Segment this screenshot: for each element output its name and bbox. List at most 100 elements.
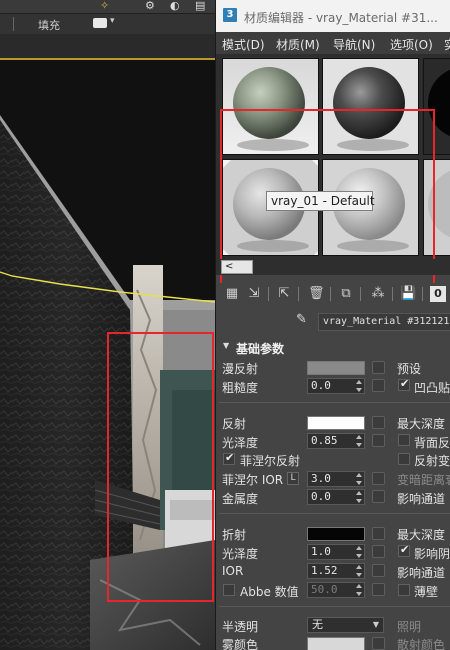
abbe-label: Abbe 数值: [240, 585, 299, 599]
material-name-row: ✎ vray_Material #312121: [216, 311, 450, 333]
bump-label: 凹凸贴: [414, 381, 450, 395]
fill-label[interactable]: 填充: [38, 17, 60, 33]
collapse-icon: ▼: [223, 341, 230, 350]
fog-color-label: 雾颜色: [222, 638, 259, 650]
sample-scrollbar[interactable]: <: [216, 259, 450, 275]
rollout-basic-params[interactable]: ▼ 基础参数: [216, 338, 450, 356]
toolbar-separator: [268, 287, 269, 301]
backface-label: 背面反: [414, 436, 450, 450]
reflect-var-checkbox[interactable]: [398, 453, 410, 465]
refract-max-depth-label: 最大深度: [397, 528, 446, 542]
tool-icon-a[interactable]: ✧: [100, 0, 109, 12]
sample-slots: vray_01 - Default: [216, 54, 450, 295]
preset-label: 预设: [397, 362, 422, 376]
fog-color-map-button[interactable]: [372, 637, 385, 650]
menu-mode[interactable]: 模式(D): [222, 36, 265, 53]
translucency-label: 半透明: [222, 620, 259, 634]
tool-icon-b[interactable]: ⚙: [145, 0, 155, 12]
material-name-field[interactable]: vray_Material #312121: [318, 313, 450, 331]
material-editor-window: 3 材质编辑器 - vray_Material #31... 模式(D) 材质(…: [215, 0, 450, 650]
metalness-label: 金属度: [222, 492, 259, 506]
refract-label: 折射: [222, 528, 247, 542]
backface-checkbox[interactable]: [398, 434, 410, 446]
toolbar-separator: [422, 287, 423, 301]
sample-slot-2[interactable]: [322, 58, 419, 155]
abbe-map-button[interactable]: [372, 583, 385, 596]
window-title: 材质编辑器 - vray_Material #31...: [244, 11, 438, 25]
ribbon-separator: [13, 17, 14, 31]
slot-tooltip: vray_01 - Default: [266, 191, 375, 211]
material-id-icon[interactable]: 0: [430, 286, 446, 302]
delete-icon[interactable]: 🗑: [308, 286, 325, 302]
menu-options[interactable]: 选项(O): [390, 36, 433, 53]
display-toggle-icon[interactable]: [93, 18, 107, 28]
glossiness-map-button[interactable]: [372, 434, 385, 447]
section-divider: [219, 606, 450, 607]
toolbar-separator: [360, 287, 361, 301]
metalness-spinner[interactable]: 0.0: [307, 489, 365, 505]
metalness-map-button[interactable]: [372, 490, 385, 503]
thin-walled-checkbox[interactable]: [398, 584, 410, 596]
sample-slot-1[interactable]: [222, 58, 319, 155]
make-copy-icon[interactable]: ⧉: [338, 286, 354, 302]
refract-affect-channels-label: 影响通道: [397, 566, 446, 580]
ior-spinner[interactable]: 1.52: [307, 563, 365, 579]
fresnel-ior-spinner[interactable]: 3.0: [307, 471, 365, 487]
make-unique-icon[interactable]: ⁂: [370, 286, 386, 302]
sample-slot-3[interactable]: [423, 58, 450, 155]
fresnel-ior-map-button[interactable]: [372, 472, 385, 485]
reflect-map-button[interactable]: [372, 416, 385, 429]
roughness-map-button[interactable]: [372, 379, 385, 392]
save-library-icon[interactable]: 💾: [400, 286, 416, 302]
glossiness-label: 光泽度: [222, 436, 259, 450]
affect-shadows-checkbox[interactable]: [398, 543, 410, 557]
scatter-color-label: 散射颜色: [397, 638, 446, 650]
section-divider: [219, 402, 450, 403]
refract-glossiness-spinner[interactable]: 1.0: [307, 544, 365, 560]
sample-slot-6[interactable]: [423, 159, 450, 256]
toolbar-separator: [298, 287, 299, 301]
fresnel-label: 菲涅尔反射: [240, 454, 301, 468]
reflect-var-label: 反射变: [414, 454, 450, 468]
reflect-color-swatch[interactable]: [307, 416, 365, 430]
abbe-spinner[interactable]: 50.0: [307, 582, 365, 598]
roughness-spinner[interactable]: 0.0: [307, 378, 365, 394]
get-material-icon[interactable]: ▦: [224, 286, 240, 302]
title-bar[interactable]: 3 材质编辑器 - vray_Material #31...: [216, 0, 450, 32]
toolbar-separator: [330, 287, 331, 301]
fresnel-checkbox[interactable]: [223, 451, 235, 465]
fog-color-swatch[interactable]: [307, 637, 365, 650]
menu-utilities[interactable]: 实: [444, 36, 450, 53]
translucency-dropdown[interactable]: 无 ▼: [307, 617, 384, 633]
glossiness-spinner[interactable]: 0.85: [307, 433, 365, 449]
diffuse-map-button[interactable]: [372, 361, 385, 374]
viewport-header: [0, 34, 215, 60]
put-to-scene-icon[interactable]: ⇲: [246, 286, 262, 302]
affect-channels-label: 影响通道: [397, 492, 446, 506]
tool-icon-c[interactable]: ◐: [170, 0, 180, 12]
ior-map-button[interactable]: [372, 564, 385, 577]
main-toolbar: ✧ ⚙ ◐ ▤: [0, 0, 215, 14]
refract-glossiness-map-button[interactable]: [372, 545, 385, 558]
tool-icon-d[interactable]: ▤: [195, 0, 205, 12]
chevron-down-icon[interactable]: ▾: [110, 16, 115, 26]
fresnel-ior-lock-button[interactable]: L: [287, 472, 299, 485]
bump-checkbox[interactable]: [398, 377, 410, 391]
affect-shadows-label: 影响阴: [414, 547, 450, 561]
refract-color-swatch[interactable]: [307, 527, 365, 541]
scroll-left-button[interactable]: <: [221, 260, 253, 274]
abbe-checkbox[interactable]: [223, 584, 235, 596]
viewport-3d[interactable]: [0, 60, 215, 650]
refract-map-button[interactable]: [372, 527, 385, 540]
menu-bar: 模式(D) 材质(M) 导航(N) 选项(O) 实: [216, 32, 450, 54]
refract-glossiness-label: 光泽度: [222, 547, 259, 561]
section-divider: [219, 513, 450, 514]
menu-material[interactable]: 材质(M): [276, 36, 320, 53]
ribbon-row: 填充 ▾: [0, 14, 215, 34]
rollout-title: 基础参数: [236, 342, 285, 356]
diffuse-label: 漫反射: [222, 362, 259, 376]
diffuse-color-swatch[interactable]: [307, 361, 365, 375]
menu-navigation[interactable]: 导航(N): [333, 36, 375, 53]
assign-to-selection-icon[interactable]: ⇱: [276, 286, 292, 302]
eyedropper-icon[interactable]: ✎: [296, 312, 307, 327]
